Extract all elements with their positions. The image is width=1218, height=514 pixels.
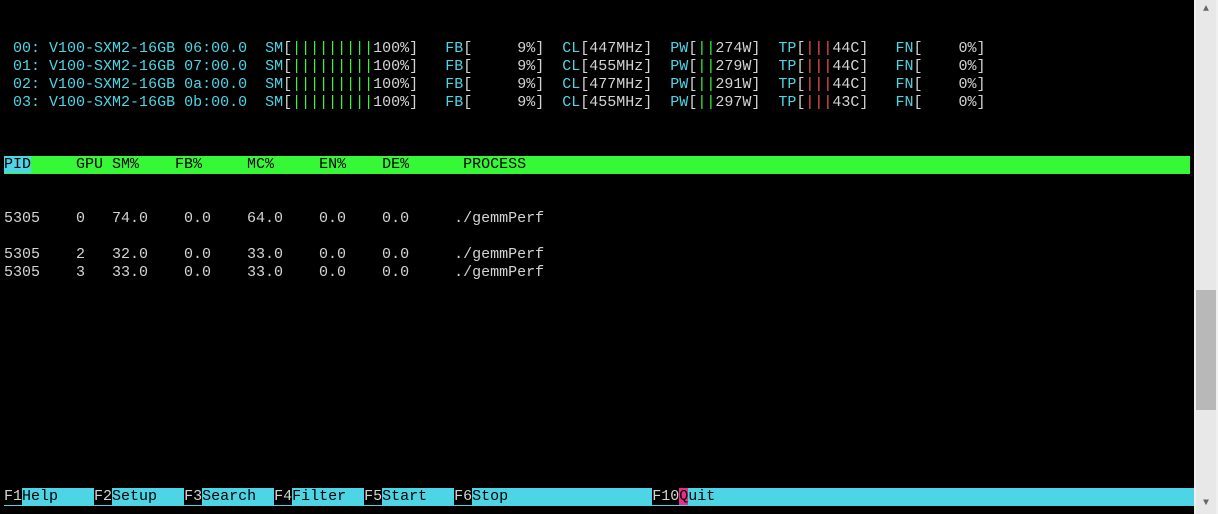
function-key-menu: F1Help F2Setup F3Search F4Filter F5Start…: [4, 488, 1194, 506]
menu-item-help[interactable]: Help: [22, 488, 94, 505]
terminal-window: 00: V100-SXM2-16GB 06:00.0 SM[|||||||||1…: [0, 0, 1194, 514]
menu-key-f5[interactable]: F5: [364, 488, 382, 505]
process-table-header: PID GPU SM% FB% MC% EN% DE% PROCESS: [4, 156, 1190, 174]
gpu-row: 01: V100-SXM2-16GB 07:00.0 SM[|||||||||1…: [4, 58, 1190, 76]
menu-key-f10[interactable]: F10: [652, 488, 679, 505]
menu-item-filter[interactable]: Filter: [292, 488, 364, 505]
gpu-row: 02: V100-SXM2-16GB 0a:00.0 SM[|||||||||1…: [4, 76, 1190, 94]
vertical-scrollbar[interactable]: ▲ ▼: [1196, 0, 1216, 514]
menu-item-setup[interactable]: Setup: [112, 488, 184, 505]
scrollbar-thumb[interactable]: [1196, 290, 1216, 410]
process-table-body: 5305 0 74.0 0.0 64.0 0.0 0.0 ./gemmPerf …: [4, 210, 1190, 282]
menu-key-f2[interactable]: F2: [94, 488, 112, 505]
menu-item-quit[interactable]: Q: [679, 488, 688, 505]
process-row[interactable]: 5305 0 74.0 0.0 64.0 0.0 0.0 ./gemmPerf: [4, 210, 1190, 228]
gpu-status-block: 00: V100-SXM2-16GB 06:00.0 SM[|||||||||1…: [4, 40, 1190, 112]
menu-item-stop[interactable]: Stop: [472, 488, 652, 505]
gpu-row: 00: V100-SXM2-16GB 06:00.0 SM[|||||||||1…: [4, 40, 1190, 58]
process-row[interactable]: [4, 228, 1190, 246]
menu-key-f3[interactable]: F3: [184, 488, 202, 505]
gpu-row: 03: V100-SXM2-16GB 0b:00.0 SM[|||||||||1…: [4, 94, 1190, 112]
process-row[interactable]: 5305 3 33.0 0.0 33.0 0.0 0.0 ./gemmPerf: [4, 264, 1190, 282]
menu-key-f6[interactable]: F6: [454, 488, 472, 505]
menu-key-f4[interactable]: F4: [274, 488, 292, 505]
process-row[interactable]: 5305 2 32.0 0.0 33.0 0.0 0.0 ./gemmPerf: [4, 246, 1190, 264]
menu-item-search[interactable]: Search: [202, 488, 274, 505]
menu-item-quit-rest[interactable]: uit: [688, 488, 1218, 505]
menu-item-start[interactable]: Start: [382, 488, 454, 505]
menu-key-f1[interactable]: F1: [4, 488, 22, 505]
scroll-down-arrow[interactable]: ▼: [1196, 494, 1216, 514]
scroll-up-arrow[interactable]: ▲: [1196, 0, 1216, 20]
